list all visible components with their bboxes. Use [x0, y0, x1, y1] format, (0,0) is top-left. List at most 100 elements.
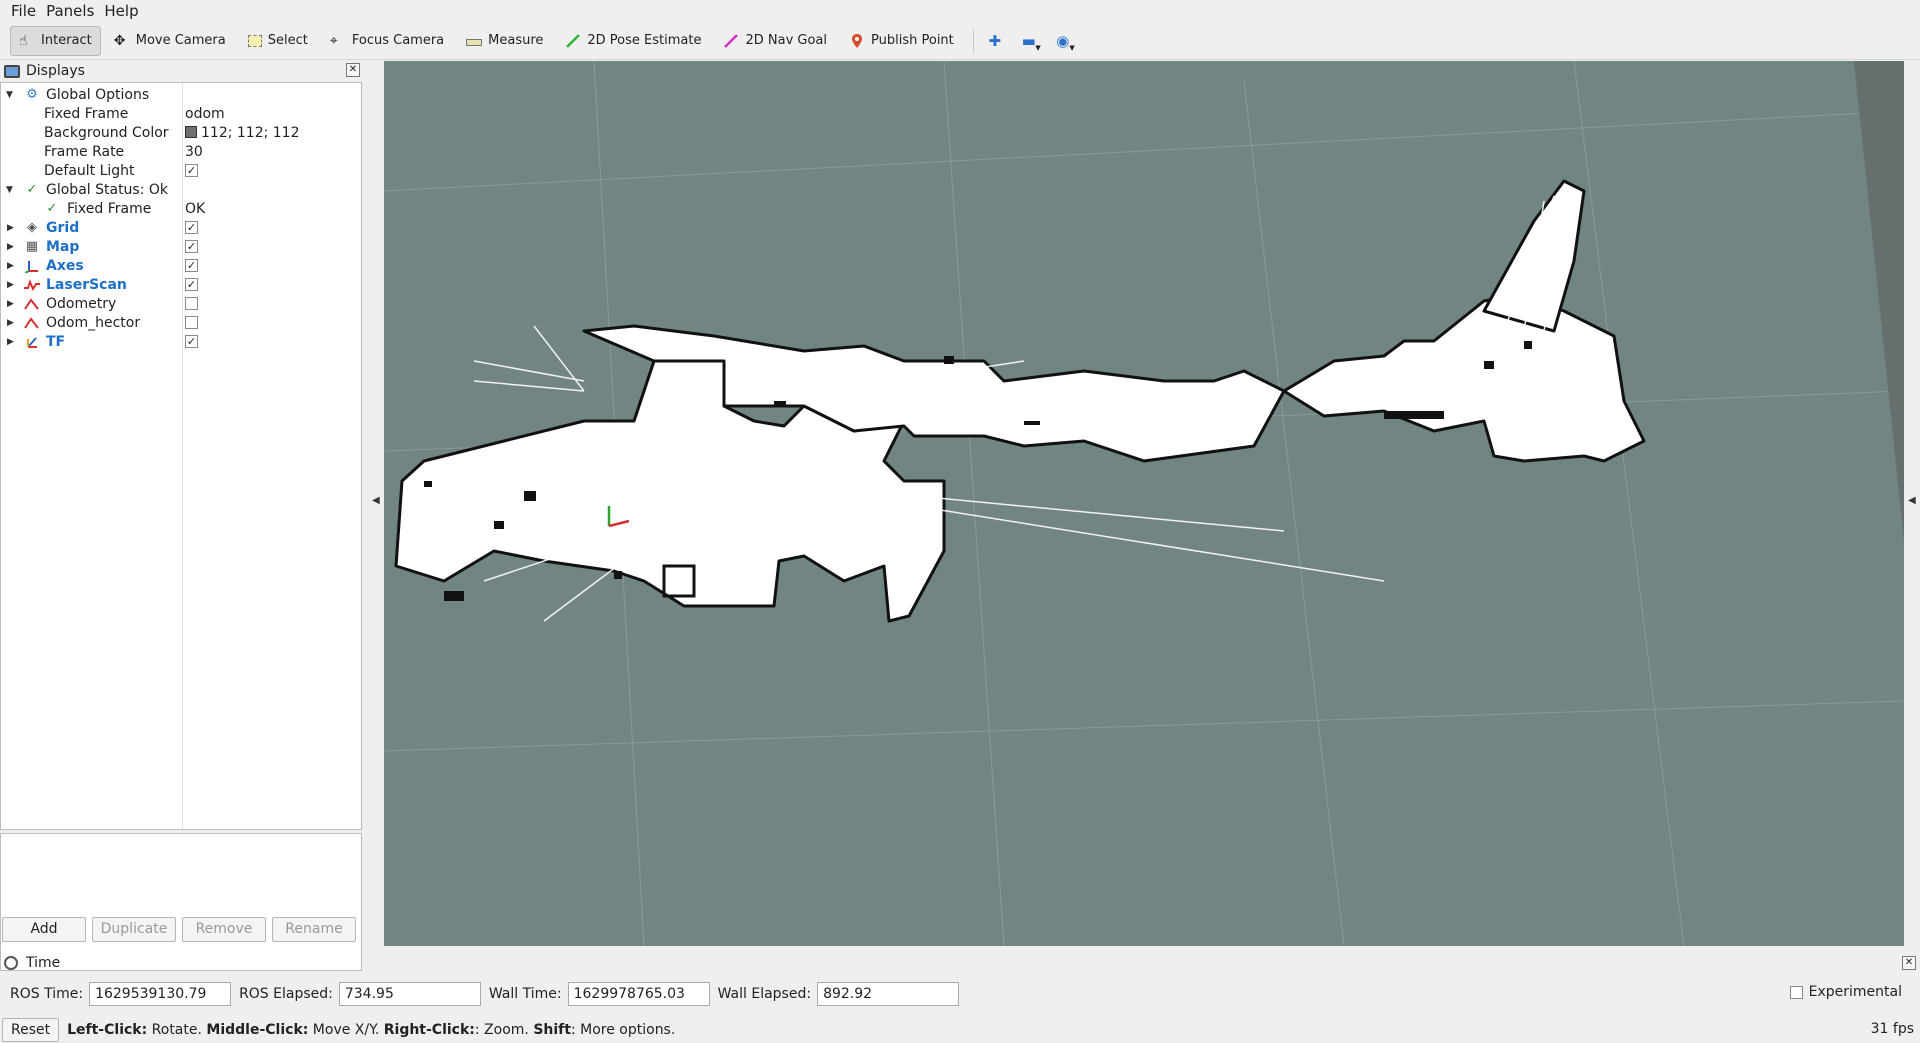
laserscan-checkbox[interactable]: ✓	[185, 278, 198, 291]
tree-row-map[interactable]: ▶ ▦ Map ✓	[1, 237, 361, 256]
focus-camera-button[interactable]: ⌖ Focus Camera	[321, 26, 453, 56]
duplicate-button[interactable]: Duplicate	[92, 917, 176, 942]
collapse-left-handle-icon[interactable]: ◀	[372, 495, 380, 506]
move-camera-button[interactable]: ✥ Move Camera	[105, 26, 235, 56]
wall-elapsed-label: Wall Elapsed:	[717, 986, 812, 1002]
select-label: Select	[267, 33, 308, 48]
expanded-arrow-icon[interactable]: ▼	[6, 90, 13, 100]
status-value: OK	[185, 200, 206, 217]
menu-panels[interactable]: Panels	[41, 2, 99, 20]
fps-counter: 31 fps	[1870, 1021, 1914, 1037]
focus-camera-icon: ⌖	[329, 32, 338, 49]
axes-checkbox[interactable]: ✓	[185, 259, 198, 272]
tree-row-global-options[interactable]: ▼ ⚙ Global Options	[1, 85, 361, 104]
nav-goal-button[interactable]: 2D Nav Goal	[714, 26, 836, 56]
row-label: LaserScan	[46, 276, 127, 293]
collapsed-arrow-icon[interactable]: ▶	[7, 261, 14, 271]
row-label: Odometry	[46, 295, 117, 312]
tree-row-frame-rate[interactable]: Frame Rate 30	[1, 142, 361, 161]
tree-row-fixed-frame[interactable]: Fixed Frame odom	[1, 104, 361, 123]
gear-icon: ⚙	[26, 87, 38, 102]
tree-row-tf[interactable]: ▶ TF ✓	[1, 332, 361, 351]
displays-button-row: Add Duplicate Remove Rename	[2, 917, 362, 943]
dropdown-arrow-icon: ▼	[1069, 43, 1075, 52]
wall-elapsed-field[interactable]: 892.92	[817, 982, 960, 1006]
row-label: Global Options	[46, 86, 150, 103]
3d-viewport[interactable]	[384, 61, 1904, 946]
experimental-toggle[interactable]: Experimental	[1789, 984, 1902, 1000]
close-icon[interactable]: ✕	[1902, 956, 1916, 970]
clock-icon	[4, 956, 18, 970]
measure-button[interactable]: Measure	[457, 26, 552, 56]
interact-label: Interact	[41, 33, 92, 48]
experimental-checkbox[interactable]	[1789, 985, 1803, 999]
eye-icon: ◉	[1056, 31, 1070, 50]
hint-key: Right-Click:	[383, 1021, 475, 1038]
description-box	[0, 833, 362, 971]
remove-button[interactable]: Remove	[182, 917, 266, 942]
ros-time-label: ROS Time:	[10, 986, 84, 1002]
displays-panel: Displays ✕ ▼ ⚙ Global Options Fixed Fram…	[0, 61, 362, 971]
odometry-checkbox[interactable]	[185, 297, 198, 310]
ros-time-field[interactable]: 1629539130.79	[89, 982, 232, 1006]
row-label: Fixed Frame	[44, 105, 129, 122]
ros-elapsed-field[interactable]: 734.95	[338, 982, 481, 1006]
magenta-arrow-icon	[723, 33, 739, 49]
tree-row-laserscan[interactable]: ▶ LaserScan ✓	[1, 275, 361, 294]
add-button[interactable]: Add	[2, 917, 86, 942]
collapsed-arrow-icon[interactable]: ▶	[7, 337, 14, 347]
nav-goal-label: 2D Nav Goal	[745, 33, 828, 48]
pose-estimate-label: 2D Pose Estimate	[587, 33, 702, 48]
collapsed-arrow-icon[interactable]: ▶	[7, 223, 14, 233]
tree-row-grid[interactable]: ▶ ◈ Grid ✓	[1, 218, 361, 237]
interact-tool-button[interactable]: ☝ Interact	[10, 25, 101, 56]
grid-icon: ◈	[27, 220, 37, 235]
status-bar: Reset Left-Click: Rotate. Middle-Click: …	[0, 1016, 1920, 1043]
row-label: TF	[46, 333, 66, 350]
menu-help[interactable]: Help	[99, 2, 143, 20]
collapsed-arrow-icon[interactable]: ▶	[7, 299, 14, 309]
checkmark-icon: ✓	[46, 201, 58, 216]
background-color-value[interactable]: 112; 112; 112	[185, 125, 300, 141]
odom-hector-checkbox[interactable]	[185, 316, 198, 329]
add-tool-button[interactable]: ✚	[980, 26, 1010, 56]
fixed-frame-value[interactable]: odom	[185, 106, 225, 122]
tree-row-odom-hector[interactable]: ▶ Odom_hector	[1, 313, 361, 332]
experimental-label: Experimental	[1808, 984, 1902, 1000]
rename-button[interactable]: Rename	[272, 917, 356, 942]
collapsed-arrow-icon[interactable]: ▶	[7, 280, 14, 290]
expanded-arrow-icon[interactable]: ▼	[6, 185, 13, 195]
tree-row-global-status[interactable]: ▼ ✓ Global Status: Ok	[1, 180, 361, 199]
remove-tool-button[interactable]: ▬ ▼	[1014, 26, 1044, 56]
collapsed-arrow-icon[interactable]: ▶	[7, 242, 14, 252]
select-button[interactable]: Select	[239, 26, 317, 56]
tree-row-odometry[interactable]: ▶ Odometry	[1, 294, 361, 313]
reset-button[interactable]: Reset	[2, 1017, 60, 1042]
frame-rate-value[interactable]: 30	[185, 144, 203, 160]
map-pin-icon	[849, 33, 865, 49]
publish-point-button[interactable]: Publish Point	[840, 26, 963, 56]
tf-checkbox[interactable]: ✓	[185, 335, 198, 348]
publish-point-label: Publish Point	[871, 33, 954, 48]
map-checkbox[interactable]: ✓	[185, 240, 198, 253]
tree-row-default-light[interactable]: Default Light ✓	[1, 161, 361, 180]
pose-estimate-button[interactable]: 2D Pose Estimate	[556, 26, 710, 56]
close-icon[interactable]: ✕	[346, 63, 360, 77]
move-camera-label: Move Camera	[135, 33, 226, 48]
row-label: Odom_hector	[46, 314, 141, 331]
row-label: Frame Rate	[44, 143, 125, 160]
tree-row-axes[interactable]: ▶ Axes ✓	[1, 256, 361, 275]
tree-row-status-fixed-frame[interactable]: ✓ Fixed Frame OK	[1, 199, 361, 218]
tree-row-background-color[interactable]: Background Color 112; 112; 112	[1, 123, 361, 142]
grid-checkbox[interactable]: ✓	[185, 221, 198, 234]
map-render	[384, 61, 1904, 946]
default-light-checkbox[interactable]: ✓	[185, 164, 198, 177]
wall-time-field[interactable]: 1629978765.03	[567, 982, 710, 1006]
time-panel-title-bar: Time ✕	[0, 953, 1920, 973]
collapsed-arrow-icon[interactable]: ▶	[7, 318, 14, 328]
menu-bar: File Panels Help	[0, 0, 1920, 22]
collapse-right-handle-icon[interactable]: ◀	[1908, 495, 1916, 506]
menu-file[interactable]: File	[6, 2, 41, 20]
view-tool-button[interactable]: ◉ ▼	[1048, 26, 1078, 56]
hint-key: Middle-Click:	[206, 1021, 309, 1038]
